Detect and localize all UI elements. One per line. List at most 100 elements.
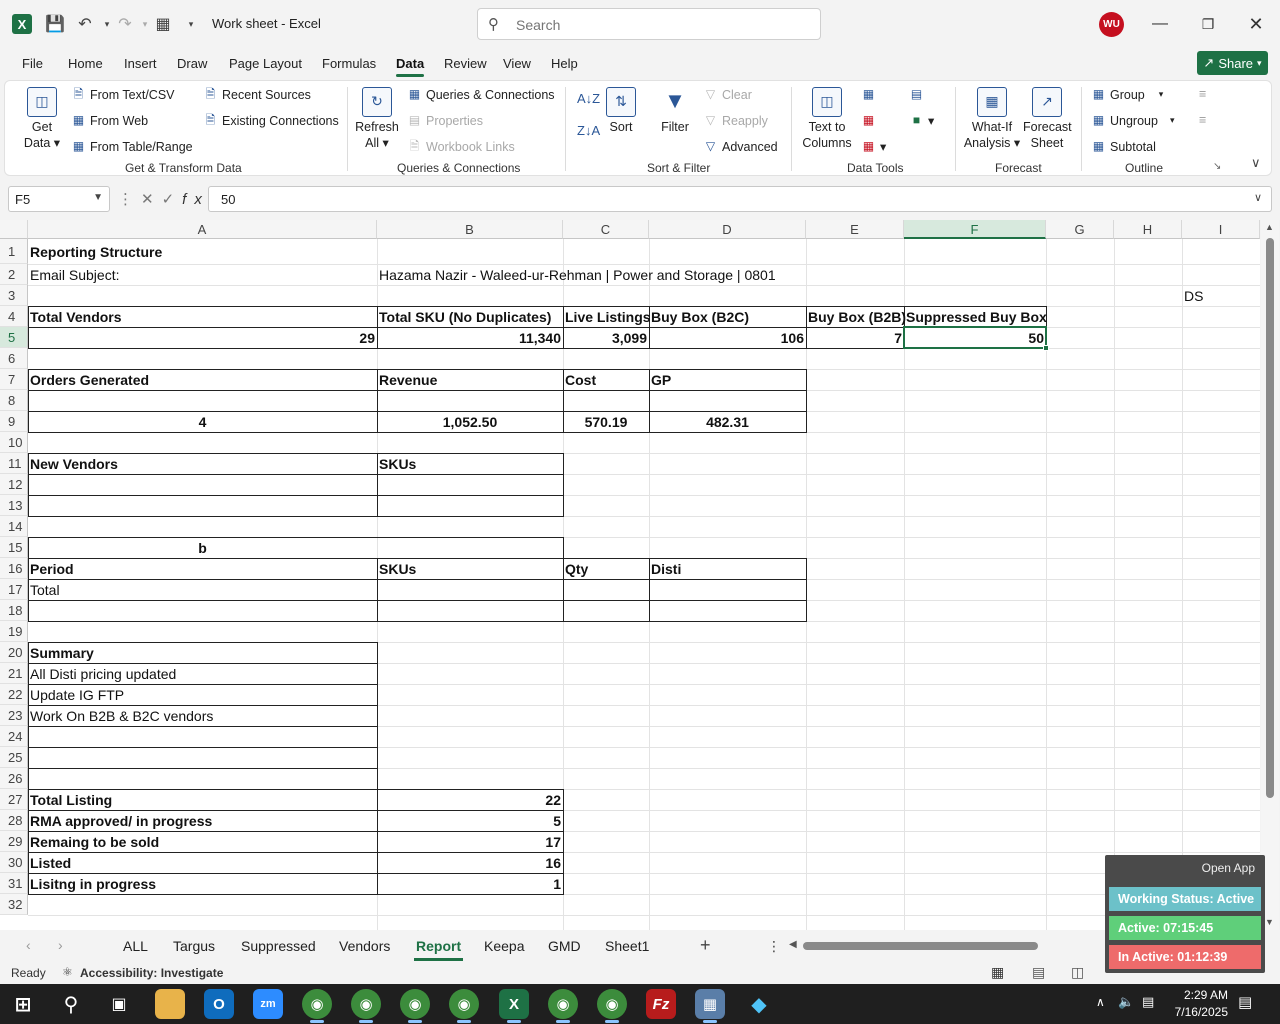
row-header-22[interactable]: 22 [0, 684, 28, 705]
cell-C7[interactable]: Cost [563, 369, 649, 390]
customize-toolbar-icon[interactable]: ▾ [180, 13, 202, 35]
row-header-4[interactable]: 4 [0, 306, 28, 327]
row-header-18[interactable]: 18 [0, 600, 28, 621]
cell-B11[interactable]: SKUs [377, 453, 563, 474]
hide-detail-icon[interactable]: ≡ [1199, 113, 1206, 127]
enter-icon[interactable]: ✓ [162, 191, 183, 208]
row-header-24[interactable]: 24 [0, 726, 28, 747]
clear-button[interactable]: ▽ Clear [703, 87, 752, 102]
row-header-12[interactable]: 12 [0, 474, 28, 495]
filezilla-icon[interactable]: Fz [646, 989, 676, 1019]
cell-B9[interactable]: 1,052.50 [377, 411, 563, 432]
cell-A16[interactable]: Period [28, 558, 377, 579]
from-web-button[interactable]: ▦ From Web [71, 113, 148, 128]
cell-A31[interactable]: Lisitng in progress [28, 873, 377, 894]
calculator-icon[interactable]: ▦ [152, 13, 174, 35]
column-header-D[interactable]: D [649, 220, 806, 239]
cell-A9[interactable]: 4 [28, 411, 377, 432]
from-table-range-button[interactable]: ▦ From Table/Range [71, 139, 193, 154]
filter-button[interactable]: ▼ Filter [657, 87, 693, 135]
cell-A23[interactable]: Work On B2B & B2C vendors [28, 705, 377, 726]
row-header-8[interactable]: 8 [0, 390, 28, 411]
cell-C5[interactable]: 3,099 [563, 327, 649, 348]
row-header-21[interactable]: 21 [0, 663, 28, 684]
reapply-button[interactable]: ▽ Reapply [703, 113, 768, 128]
cell-D4[interactable]: Buy Box (B2C) [649, 306, 806, 327]
cell-B16[interactable]: SKUs [377, 558, 563, 579]
row-header-30[interactable]: 30 [0, 852, 28, 873]
cell-A21[interactable]: All Disti pricing updated [28, 663, 377, 684]
row-header-14[interactable]: 14 [0, 516, 28, 537]
search-box[interactable]: ⚲ [477, 8, 821, 40]
show-detail-icon[interactable]: ≡ [1199, 87, 1206, 101]
cell-A27[interactable]: Total Listing [28, 789, 377, 810]
chrome-profile-icon[interactable]: ◉ [597, 989, 627, 1023]
column-header-G[interactable]: G [1046, 220, 1114, 239]
normal-view-icon[interactable]: ▦ [991, 964, 1004, 981]
column-header-A[interactable]: A [28, 220, 377, 239]
consolidate-icon[interactable]: ▤ [909, 87, 924, 102]
tab-view[interactable]: View [503, 56, 531, 71]
properties-button[interactable]: ▤ Properties [407, 113, 483, 128]
cell-A17[interactable]: Total [28, 579, 377, 600]
sheet-tab-suppressed[interactable]: Suppressed [241, 938, 316, 954]
row-header-28[interactable]: 28 [0, 810, 28, 831]
expand-formula-bar-icon[interactable]: ∨ [1254, 191, 1262, 204]
cell-D5[interactable]: 106 [649, 327, 806, 348]
sheet-tab-targus[interactable]: Targus [173, 938, 215, 954]
cell-B27[interactable]: 22 [377, 789, 563, 810]
column-header-F[interactable]: F [904, 220, 1046, 239]
calculator-taskbar-icon[interactable]: ▦ [695, 989, 725, 1023]
tab-data[interactable]: Data [396, 56, 425, 77]
cell-B2[interactable]: Hazama Nazir - Waleed-ur-Rehman | Power … [377, 264, 776, 285]
row-header-2[interactable]: 2 [0, 264, 28, 285]
excel-taskbar-icon[interactable]: X [499, 989, 529, 1023]
row-header-23[interactable]: 23 [0, 705, 28, 726]
tab-page-layout[interactable]: Page Layout [229, 56, 302, 71]
sheet-tab-vendors[interactable]: Vendors [339, 938, 390, 954]
row-header-32[interactable]: 32 [0, 894, 28, 915]
cell-A4[interactable]: Total Vendors [28, 306, 377, 327]
chrome-profile-icon[interactable]: ◉ [400, 989, 430, 1023]
app-diamond-icon[interactable]: ◆ [744, 989, 774, 1019]
select-all-corner[interactable] [0, 220, 28, 239]
tab-draw[interactable]: Draw [177, 56, 207, 71]
prev-sheet-icon[interactable]: ‹ [26, 937, 31, 953]
cell-D16[interactable]: Disti [649, 558, 806, 579]
page-layout-view-icon[interactable]: ▤ [1032, 964, 1045, 981]
row-header-1[interactable]: 1 [0, 239, 28, 264]
cell-A11[interactable]: New Vendors [28, 453, 377, 474]
cancel-icon[interactable]: ✕ [141, 191, 162, 208]
cell-E4[interactable]: Buy Box (B2B) [806, 306, 906, 327]
column-header-I[interactable]: I [1182, 220, 1260, 239]
cell-A28[interactable]: RMA approved/ in progress [28, 810, 377, 831]
cell-F5[interactable]: 50 [904, 327, 1046, 348]
cell-B28[interactable]: 5 [377, 810, 563, 831]
show-hidden-icons-icon[interactable]: ∧ [1096, 995, 1105, 1009]
spreadsheet-grid[interactable]: ABCDEFGHI Reporting Structure Email Subje… [0, 220, 1260, 930]
volume-muted-icon[interactable]: 🔈 [1118, 994, 1134, 1010]
cell-D9[interactable]: 482.31 [649, 411, 806, 432]
horizontal-scroll-thumb[interactable] [803, 942, 1038, 950]
scroll-down-icon[interactable]: ▼ [1265, 917, 1274, 927]
cell-A1[interactable]: Reporting Structure [28, 239, 377, 264]
cell-B29[interactable]: 17 [377, 831, 563, 852]
save-icon[interactable]: 💾 [44, 13, 66, 35]
column-header-H[interactable]: H [1114, 220, 1182, 239]
text-to-columns-button[interactable]: ◫ Text to Columns [801, 87, 853, 151]
network-icon[interactable]: ▤ [1142, 994, 1154, 1010]
sheet-tab-keepa[interactable]: Keepa [484, 938, 524, 954]
from-text-csv-button[interactable]: 🗎 From Text/CSV [71, 87, 175, 102]
scroll-up-icon[interactable]: ▲ [1265, 222, 1274, 232]
cell-C16[interactable]: Qty [563, 558, 649, 579]
row-header-11[interactable]: 11 [0, 453, 28, 474]
tab-home[interactable]: Home [68, 56, 103, 71]
chrome-profile-icon[interactable]: ◉ [351, 989, 381, 1023]
cell-A15[interactable]: b [28, 537, 377, 558]
cell-F4[interactable]: Suppressed Buy Box [904, 306, 1047, 327]
subtotal-button[interactable]: ▦ Subtotal [1091, 139, 1156, 154]
what-if-analysis-button[interactable]: ▦ What-If Analysis ▾ [961, 87, 1023, 151]
row-header-31[interactable]: 31 [0, 873, 28, 894]
zoom-icon[interactable]: zm [253, 989, 283, 1019]
cell-A22[interactable]: Update IG FTP [28, 684, 377, 705]
